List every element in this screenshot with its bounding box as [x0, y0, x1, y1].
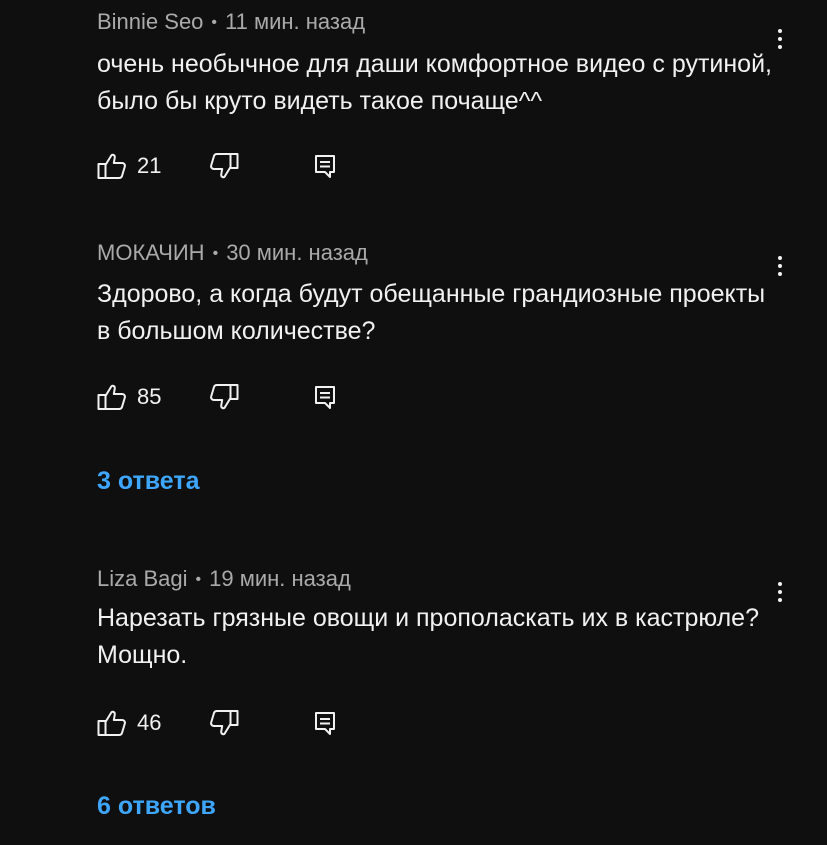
thumbs-up-icon — [97, 709, 127, 737]
meta-separator: • — [211, 14, 218, 31]
thumbs-down-icon — [209, 709, 239, 737]
like-button[interactable]: 21 — [97, 151, 161, 181]
dislike-button[interactable] — [209, 151, 239, 181]
meta-separator: • — [195, 571, 202, 588]
comment: Liza Bagi • 19 мин. назад Нарезать грязные… — [0, 565, 827, 835]
reply-icon — [313, 152, 337, 180]
comment-actions: 21 — [97, 151, 357, 181]
reply-icon — [313, 709, 337, 737]
like-button[interactable]: 85 — [97, 382, 161, 412]
comment-time: 30 мин. назад — [226, 240, 368, 265]
reply-icon — [313, 383, 337, 411]
meta-separator: • — [212, 245, 219, 262]
like-count: 85 — [137, 384, 162, 409]
comment-author[interactable]: МОКАЧИН — [97, 240, 205, 265]
reply-button[interactable] — [313, 708, 337, 738]
comment-text: очень необычное для даши комфортное виде… — [97, 50, 772, 115]
view-replies-link[interactable]: 6 ответов — [97, 792, 216, 821]
comment-actions: 85 — [97, 382, 357, 412]
comment-author[interactable]: Binnie Seo — [97, 9, 203, 34]
comment: Binnie Seo • 11 мин. назад очень необычное… — [0, 8, 827, 198]
thumbs-up-icon — [97, 383, 127, 411]
view-replies-link[interactable]: 3 ответа — [97, 467, 200, 496]
like-button[interactable]: 46 — [97, 708, 161, 738]
comment-meta: МОКАЧИН • 30 мин. назад — [97, 239, 368, 268]
comment-meta: Liza Bagi • 19 мин. назад — [97, 565, 351, 594]
comment-text: Здорово, а когда будут обещанные грандио… — [97, 280, 766, 345]
comment-time: 19 мин. назад — [209, 566, 351, 591]
comment-actions: 46 — [97, 708, 357, 738]
comment: МОКАЧИН • 30 мин. назад Здорово, а когда б… — [0, 239, 827, 509]
dislike-button[interactable] — [209, 382, 239, 412]
dislike-button[interactable] — [209, 708, 239, 738]
comment-author[interactable]: Liza Bagi — [97, 566, 188, 591]
reply-button[interactable] — [313, 151, 337, 181]
comment-time: 11 мин. назад — [225, 9, 366, 34]
like-count: 46 — [137, 710, 162, 735]
thumbs-down-icon — [209, 152, 239, 180]
thumbs-up-icon — [97, 152, 127, 180]
thumbs-down-icon — [209, 383, 239, 411]
comment-text: Нарезать грязные овощи и прополаскать их… — [97, 604, 759, 669]
comment-meta: Binnie Seo • 11 мин. назад — [97, 8, 365, 37]
reply-button[interactable] — [313, 382, 337, 412]
like-count: 21 — [137, 153, 162, 178]
